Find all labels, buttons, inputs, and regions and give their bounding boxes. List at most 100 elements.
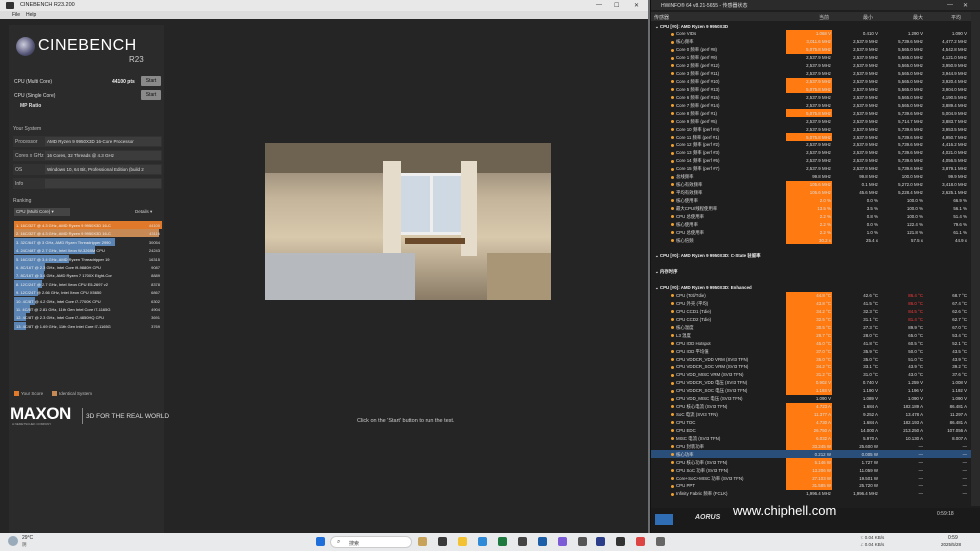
sensor-row[interactable]: Core 9 频率 (perf #5) 2,537.9 MHz 2,537.9 MH… — [651, 117, 971, 125]
sensor-row[interactable]: L3 温度 29.7 °C 28.0 °C 65.0 °C 53.4 °C — [651, 331, 971, 340]
sensor-row[interactable]: CPU 总使用率 2.2 % 0.8 % 100.0 % 51.4 % — [651, 212, 971, 221]
sensor-row[interactable]: CPU IOD 平均值 37.0 °C 35.9 °C 50.0 °C 43.5 °C — [651, 347, 971, 356]
taskbar-app4-icon[interactable] — [558, 537, 567, 546]
sensor-row[interactable]: Core 0 频率 (perf #8) 5,075.8 MHz 2,537.9 MH… — [651, 45, 971, 54]
task-view-icon[interactable] — [438, 537, 447, 546]
weather-temp[interactable]: 29°C — [22, 535, 33, 541]
ranking-dropdown[interactable]: CPU (Multi Core) ▾ — [14, 208, 70, 216]
clock-time[interactable]: 0:59 — [948, 535, 958, 541]
sensor-row[interactable]: Core 7 频率 (perf #14) 2,537.9 MHz 2,537.9 M… — [651, 101, 971, 109]
sensor-row[interactable]: CPU IOD Hotspot 45.0 °C 41.8 °C 60.5 °C 52.1… — [651, 339, 971, 348]
sensor-row[interactable]: 核心功率 0.212 W 0.005 W — — — [651, 450, 971, 459]
sensor-row[interactable]: Core VIDs 1.068 V 0.410 V 1.290 V 1.090 V — [651, 29, 971, 38]
sensor-row[interactable]: CPU VDD_MISC 电压 (SVI3 TFN) 1.090 V 1.089 V… — [651, 395, 971, 403]
sensor-row[interactable]: Core 14 频率 (perf #6) 2,537.9 MHz 2,537.9 M… — [651, 157, 971, 165]
sensor-row[interactable]: MISC 电流 (SVI3 TFN) 6.032 A 5.970 A 10.130 A… — [651, 434, 971, 443]
taskbar-app-icon[interactable] — [418, 537, 427, 546]
taskbar-app3-icon[interactable] — [538, 537, 547, 546]
start-icon[interactable] — [316, 537, 325, 546]
sensor-row[interactable]: Core 15 频率 (perf #7) 2,537.9 MHz 2,537.9 M… — [651, 165, 971, 173]
sensor-row[interactable]: 核心有效频率 105.6 MHz 0.1 MHz 5,272.0 MHz 3,418.0… — [651, 180, 971, 189]
sensor-row[interactable]: CPU EDC 26.750 A 14.000 A 213.250 A 107.056 … — [651, 426, 971, 435]
sensor-row[interactable]: CPU VDDCR_SOC 电压 (SVI3 TFN) 1.193 V 1.190 … — [651, 386, 971, 395]
sensor-row[interactable]: CPU PPT 31.585 W 25.720 W — — — [651, 481, 971, 490]
sensor-row[interactable]: CPU 外壳 (平均) 43.8 °C 41.5 °C 86.0 °C 67.4 °C — [651, 299, 971, 308]
sensor-row[interactable]: Core 10 频率 (perf #4) 2,537.9 MHz 2,537.9 M… — [651, 125, 971, 133]
sensor-row[interactable]: CPU 核心功率 (SVI3 TFN) 5.146 W 1.727 W — — — [651, 458, 971, 467]
sensor-row[interactable]: CPU CCD1 (Tdie) 34.2 °C 32.3 °C 84.5 °C 62.6… — [651, 307, 971, 316]
menu-file[interactable]: File — [12, 12, 20, 18]
sensor-row[interactable]: 核心使用率 2.0 % 0.0 % 100.0 % 66.9 % — [651, 196, 971, 205]
col-avg[interactable]: 平均 — [951, 14, 961, 21]
sensor-row[interactable]: Core 8 频率 (perf #1) 5,075.8 MHz 2,537.9 MH… — [651, 109, 971, 118]
col-sensor[interactable]: 传感器 — [654, 14, 669, 21]
hw-close-button[interactable]: ✕ — [963, 2, 968, 9]
sensor-row[interactable]: 平均有效频率 105.6 MHz 45.6 MHz 5,228.4 MHz 2,625.… — [651, 188, 971, 197]
hwinfo-taskbar-icon[interactable] — [596, 537, 605, 546]
cinebench-taskbar-icon[interactable] — [656, 537, 665, 546]
sensor-row[interactable]: Core+SoC+MISC 功率 (SVI3 TFN) 27.103 W 19.50… — [651, 474, 971, 482]
close-button[interactable]: ✕ — [634, 2, 639, 9]
sensor-group[interactable]: ⌄ 内存时序 — [651, 268, 971, 276]
taskbar-app5-icon[interactable] — [578, 537, 587, 546]
minimize-button[interactable]: — — [596, 2, 602, 8]
col-min[interactable]: 最小 — [863, 14, 873, 21]
start-single-button[interactable]: Start — [141, 90, 161, 100]
start-multi-button[interactable]: Start — [141, 76, 161, 86]
search-box[interactable]: ⌕ 搜索 — [330, 536, 412, 548]
clock-date[interactable]: 2025/5/28 — [941, 542, 961, 547]
col-max[interactable]: 最大 — [913, 14, 923, 21]
sensor-row[interactable]: CPU SoC 功率 (SVI3 TFN) 13.206 W 11.059 W — — — [651, 466, 971, 475]
sensor-row[interactable]: 核心温度 30.5 °C 27.3 °C 89.9 °C 67.0 °C — [651, 323, 971, 332]
sensor-row[interactable]: 核心使用率 2.2 % 0.0 % 122.4 % 79.6 % — [651, 220, 971, 229]
weather-icon[interactable] — [8, 536, 18, 546]
sensor-avg: 51.4 % — [953, 213, 967, 219]
sensor-group[interactable]: ⌄ CPU [#0]: AMD Ryzen 9 9950X3D — [651, 22, 971, 30]
menu-help[interactable]: Help — [26, 12, 36, 18]
sensor-row[interactable]: CPU VDDCR_VDD VRM (SVI3 TFN) 35.0 °C 35.0 … — [651, 355, 971, 364]
sensor-row[interactable]: Core 6 频率 (perf #15) 2,537.9 MHz 2,537.9 M… — [651, 93, 971, 101]
sensor-row[interactable]: CPU 封装功率 33.245 W 25.600 W — — — [651, 442, 971, 451]
sensor-row[interactable]: CPU 总使用率 2.2 % 1.0 % 121.8 % 61.1 % — [651, 228, 971, 237]
sensor-name: Core+SoC+MISC 功率 (SVI3 TFN) — [671, 476, 744, 482]
sensor-row[interactable]: Core 12 频率 (perf #2) 2,537.9 MHz 2,537.9 M… — [651, 141, 971, 149]
sensor-row[interactable]: Core 2 频率 (perf #12) 2,537.9 MHz 2,537.9 M… — [651, 62, 971, 70]
sensor-row[interactable]: CPU VDDCR_VDD 电压 (SVI3 TFN) 0.902 V 0.740 … — [651, 378, 971, 387]
file-explorer-icon[interactable] — [458, 537, 467, 546]
sensor-row[interactable]: Infinity Fabric 频率 (FCLK) 1,996.4 MHz 1,99… — [651, 490, 971, 498]
sensor-row[interactable]: Core 1 频率 (perf #9) 2,537.9 MHz 2,537.9 MH… — [651, 54, 971, 62]
sensor-row[interactable]: 最大CPU/线程使用率 13.5 % 3.5 % 100.0 % 56.1 % — [651, 204, 971, 213]
sensor-row[interactable]: Core 11 频率 (perf #1) 5,075.8 MHz 2,537.9 M… — [651, 133, 971, 142]
taskbar-app6-icon[interactable] — [616, 537, 625, 546]
sensor-row[interactable]: Core 13 频率 (perf #3) 2,537.9 MHz 2,537.9 M… — [651, 149, 971, 157]
hw-minimize-button[interactable]: — — [947, 2, 953, 8]
sensor-row[interactable]: CPU CCD2 (Tdie) 32.5 °C 31.1 °C 81.4 °C 62.7… — [651, 315, 971, 324]
sensor-group[interactable]: ⌄ CPU [#0]: AMD Ryzen 9 9950X3D: Enhance… — [651, 284, 971, 292]
sensor-row[interactable]: CPU TDC 4.730 A 1.684 A 182.193 A 86.481 A — [651, 418, 971, 427]
taskbar-app2-icon[interactable] — [518, 537, 527, 546]
sensor-cur: 3,011.6 MHz — [806, 39, 831, 45]
sensor-row[interactable]: Core 5 频率 (perf #13) 5,075.8 MHz 2,537.9 M… — [651, 85, 971, 94]
sensor-row[interactable]: SoC 电流 (SVI3 TFN) 11.377 A 9.252 A 13.478 A… — [651, 410, 971, 419]
maximize-button[interactable]: ☐ — [614, 2, 619, 9]
sensor-row[interactable]: 总线频率 99.8 MHz 99.8 MHz 100.0 MHz 99.9 MHz — [651, 173, 971, 181]
nav-arrows-button[interactable] — [655, 514, 673, 525]
sensor-row[interactable]: CPU VDDCR_SOC VRM (SVI3 TFN) 34.2 °C 33.1 … — [651, 362, 971, 371]
taskbar-app7-icon[interactable] — [636, 537, 645, 546]
sensor-group[interactable]: ⌄ CPU [#0]: AMD Ryzen 9 9950X3D: C-State… — [651, 252, 971, 260]
sensor-row[interactable]: CPU VDD_MISC VRM (SVI3 TFN) 31.2 °C 31.0 °… — [651, 370, 971, 379]
scrollbar[interactable] — [971, 12, 980, 506]
sensor-max: 5,739.6 MHz — [898, 158, 923, 164]
details-button[interactable]: Details ▾ — [135, 209, 152, 215]
sensor-icon — [671, 143, 674, 147]
col-current[interactable]: 当前 — [819, 14, 829, 21]
cinebench-logo: CINEBENCH R23 — [14, 35, 164, 71]
sensor-row[interactable]: Core 3 频率 (perf #11) 2,537.9 MHz 2,537.9 M… — [651, 70, 971, 78]
sensor-row[interactable]: 核心倍频 30.2 x 25.4 x 57.5 x 44.9 x — [651, 236, 971, 245]
sensor-row[interactable]: CPU 核心电流 (SVI3 TFN) 4.723 A 1.684 A 182.189… — [651, 402, 971, 411]
store-icon[interactable] — [498, 537, 507, 546]
sensor-row[interactable]: 核心频率 3,011.6 MHz 2,537.9 MHz 5,739.6 MHz 4,4… — [651, 37, 971, 46]
sensor-row[interactable]: CPU (Tctl/Tdie) 44.8 °C 42.6 °C 86.4 °C 68.7… — [651, 291, 971, 300]
sensor-row[interactable]: Core 4 频率 (perf #10) 2,537.9 MHz 2,537.9 M… — [651, 77, 971, 86]
edge-icon[interactable] — [478, 537, 487, 546]
